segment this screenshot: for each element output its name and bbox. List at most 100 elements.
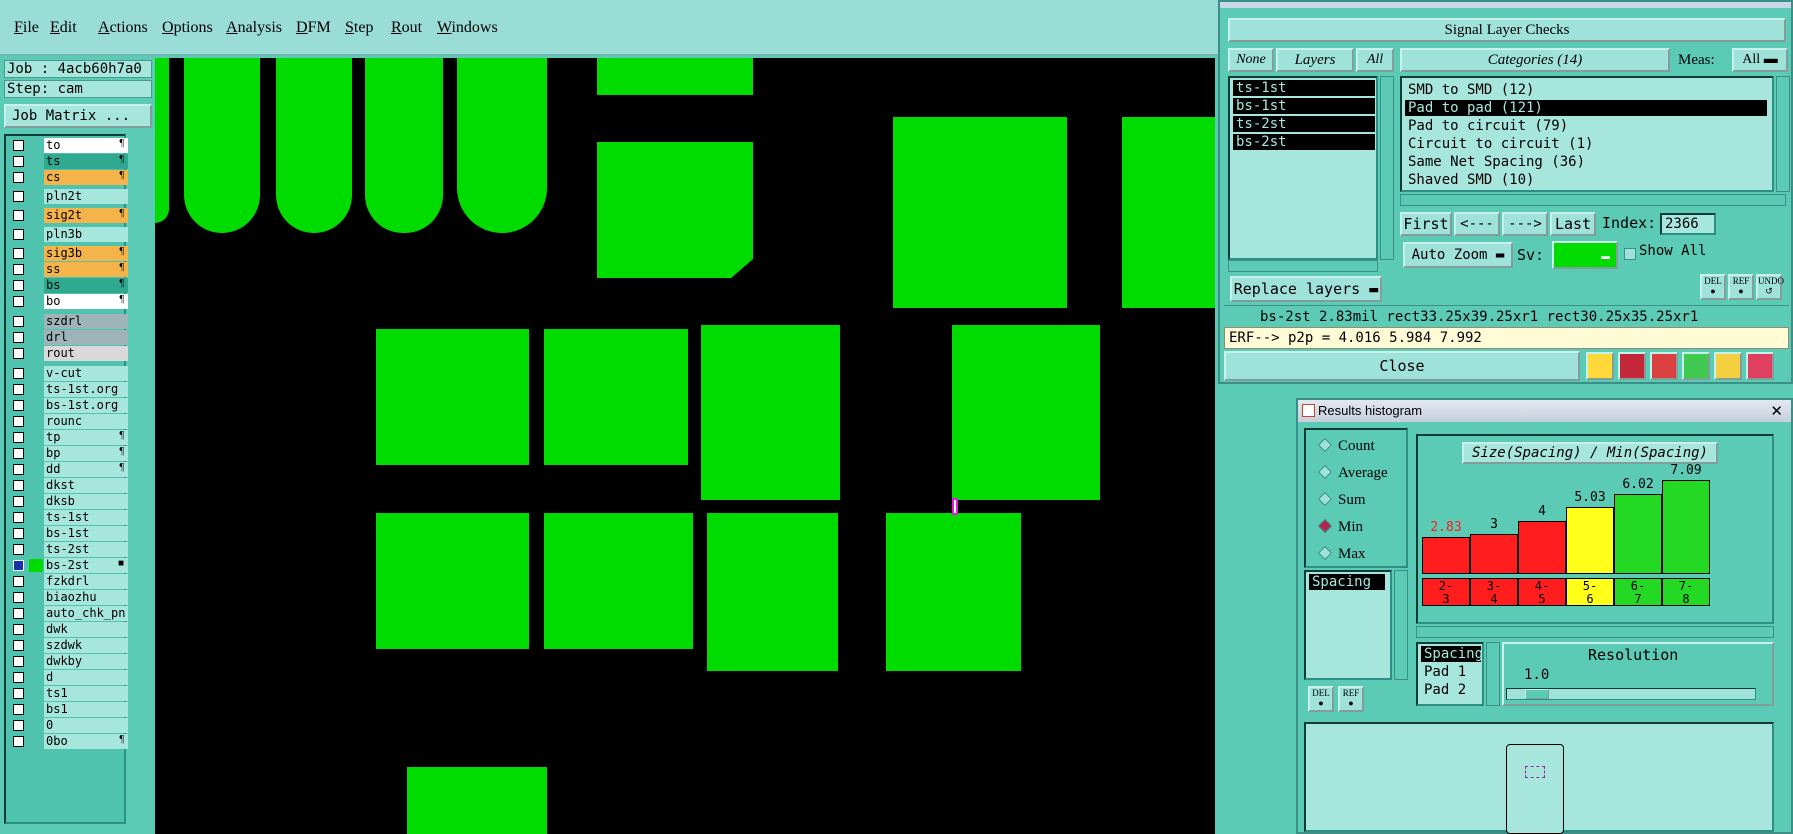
last-button[interactable]: Last <box>1550 212 1596 236</box>
del-icon[interactable]: DEL ● <box>1700 274 1726 300</box>
layer-color-swatch[interactable] <box>29 295 43 308</box>
category-item[interactable]: Shaved SMD (10) <box>1405 172 1534 188</box>
undo-icon[interactable]: UNDO ↺ <box>1756 274 1784 300</box>
layer-checkbox[interactable] <box>13 448 24 459</box>
histogram-bar[interactable] <box>1518 521 1566 574</box>
show-all-checkbox[interactable] <box>1624 248 1636 260</box>
layer-checkbox[interactable] <box>13 280 24 291</box>
layer-color-swatch[interactable] <box>29 399 43 412</box>
layer-row[interactable]: ts1 <box>8 686 128 701</box>
layer-color-swatch[interactable] <box>29 447 43 460</box>
layer-color-swatch[interactable] <box>29 639 43 652</box>
category-item[interactable]: Pad to circuit (79) <box>1405 118 1568 134</box>
layer-checkbox[interactable] <box>13 656 24 667</box>
layer-checkbox[interactable] <box>13 480 24 491</box>
field-scrollbar[interactable] <box>1394 570 1408 680</box>
list-item[interactable]: ts-2st <box>1233 116 1375 132</box>
mode-count[interactable]: Count <box>1317 437 1375 455</box>
layer-row[interactable]: d <box>8 670 128 685</box>
menu-file[interactable]: File <box>14 19 39 37</box>
layer-row[interactable]: 0 <box>8 718 128 733</box>
layer-row[interactable]: ts ¶ <box>8 154 128 169</box>
mode-sum[interactable]: Sum <box>1317 491 1366 509</box>
layer-row[interactable]: dwkby <box>8 654 128 669</box>
layer-color-swatch[interactable] <box>29 511 43 524</box>
layer-color-swatch[interactable] <box>29 367 43 380</box>
layer-color-swatch[interactable] <box>29 703 43 716</box>
none-button[interactable]: None <box>1228 48 1274 72</box>
layer-checkbox[interactable] <box>13 592 24 603</box>
layer-checkbox[interactable] <box>13 640 24 651</box>
layer-color-swatch[interactable] <box>29 479 43 492</box>
categories-hscrollbar[interactable] <box>1400 194 1786 206</box>
layer-checkbox[interactable] <box>13 672 24 683</box>
layer-checkbox[interactable] <box>13 512 24 523</box>
histogram-bar[interactable] <box>1566 507 1614 574</box>
layers-hscrollbar[interactable] <box>1228 260 1378 272</box>
layer-color-swatch[interactable] <box>29 263 43 276</box>
layer-checkbox[interactable] <box>13 544 24 555</box>
layer-checkbox[interactable] <box>13 688 24 699</box>
list-item[interactable]: bs-1st <box>1233 98 1375 114</box>
layers-button[interactable]: Layers <box>1276 48 1354 72</box>
categories-scrollbar[interactable] <box>1776 76 1790 192</box>
layer-checkbox[interactable] <box>13 720 24 731</box>
layer-color-swatch[interactable] <box>29 607 43 620</box>
job-matrix-button[interactable]: Job Matrix ... <box>4 104 152 128</box>
layer-row[interactable]: rout <box>8 346 128 361</box>
layer-checkbox[interactable] <box>13 248 24 259</box>
layer-color-swatch[interactable] <box>29 331 43 344</box>
layer-row[interactable]: ts-1st <box>8 510 128 525</box>
layer-color-swatch[interactable] <box>29 463 43 476</box>
layer-row[interactable]: ts-2st <box>8 542 128 557</box>
index-input[interactable]: 2366 <box>1660 213 1716 235</box>
violation-marker[interactable] <box>952 498 958 515</box>
ref-icon[interactable]: REF ● <box>1338 686 1364 712</box>
layer-checkbox[interactable] <box>13 332 24 343</box>
layer-row[interactable]: dksb <box>8 494 128 509</box>
layer-row[interactable]: dd ¶ <box>8 462 128 477</box>
layer-checkbox[interactable] <box>13 704 24 715</box>
layer-row[interactable]: bo ¶ <box>8 294 128 309</box>
layer-checkbox[interactable] <box>13 416 24 427</box>
menu-rout[interactable]: Rout <box>391 19 422 37</box>
category-item[interactable]: Circuit to circuit (1) <box>1405 136 1593 152</box>
chart-hscrollbar[interactable] <box>1416 626 1774 638</box>
histogram-bar[interactable] <box>1662 480 1710 574</box>
layer-color-swatch[interactable] <box>29 190 43 203</box>
layer-checkbox[interactable] <box>13 316 24 327</box>
layer-color-swatch[interactable] <box>29 527 43 540</box>
list-item[interactable]: Pad 1 <box>1421 664 1466 680</box>
menu-dfm[interactable]: DFM <box>296 19 331 37</box>
layer-color-swatch[interactable] <box>29 655 43 668</box>
list-item[interactable]: Spacing <box>1421 646 1483 662</box>
layer-checkbox[interactable] <box>13 229 24 240</box>
menu-step[interactable]: Step <box>345 19 373 37</box>
layer-row[interactable]: bs ¶ <box>8 278 128 293</box>
layer-row[interactable]: rounc <box>8 414 128 429</box>
layer-checkbox[interactable] <box>13 264 24 275</box>
layer-color-swatch[interactable] <box>29 431 43 444</box>
list-item[interactable]: Spacing <box>1309 574 1385 590</box>
layer-row[interactable]: pln3b <box>8 227 128 242</box>
layer-color-swatch[interactable] <box>29 543 43 556</box>
sv-color-dropdown[interactable]: ▬ <box>1552 241 1618 269</box>
histogram-icon[interactable] <box>1746 352 1774 380</box>
layer-color-swatch[interactable] <box>29 415 43 428</box>
slider-handle[interactable] <box>1525 689 1549 699</box>
del-icon[interactable]: DEL ● <box>1308 686 1334 712</box>
layer-row[interactable]: drl <box>8 330 128 345</box>
layer-checkbox[interactable] <box>13 608 24 619</box>
list-item[interactable]: ts-1st <box>1233 80 1375 96</box>
list-item[interactable]: bs-2st <box>1233 134 1375 150</box>
layer-row[interactable]: szdwk <box>8 638 128 653</box>
all-button[interactable]: All <box>1356 48 1394 72</box>
layer-color-swatch[interactable] <box>29 383 43 396</box>
layer-row[interactable]: to ¶ <box>8 138 128 153</box>
report-icon[interactable] <box>1714 352 1742 380</box>
layer-color-swatch[interactable] <box>29 171 43 184</box>
layer-row[interactable]: sig3b ¶ <box>8 246 128 261</box>
layer-color-swatch[interactable] <box>29 559 43 572</box>
layer-checkbox[interactable] <box>13 496 24 507</box>
layer-row[interactable]: bs-1st.org <box>8 398 128 413</box>
